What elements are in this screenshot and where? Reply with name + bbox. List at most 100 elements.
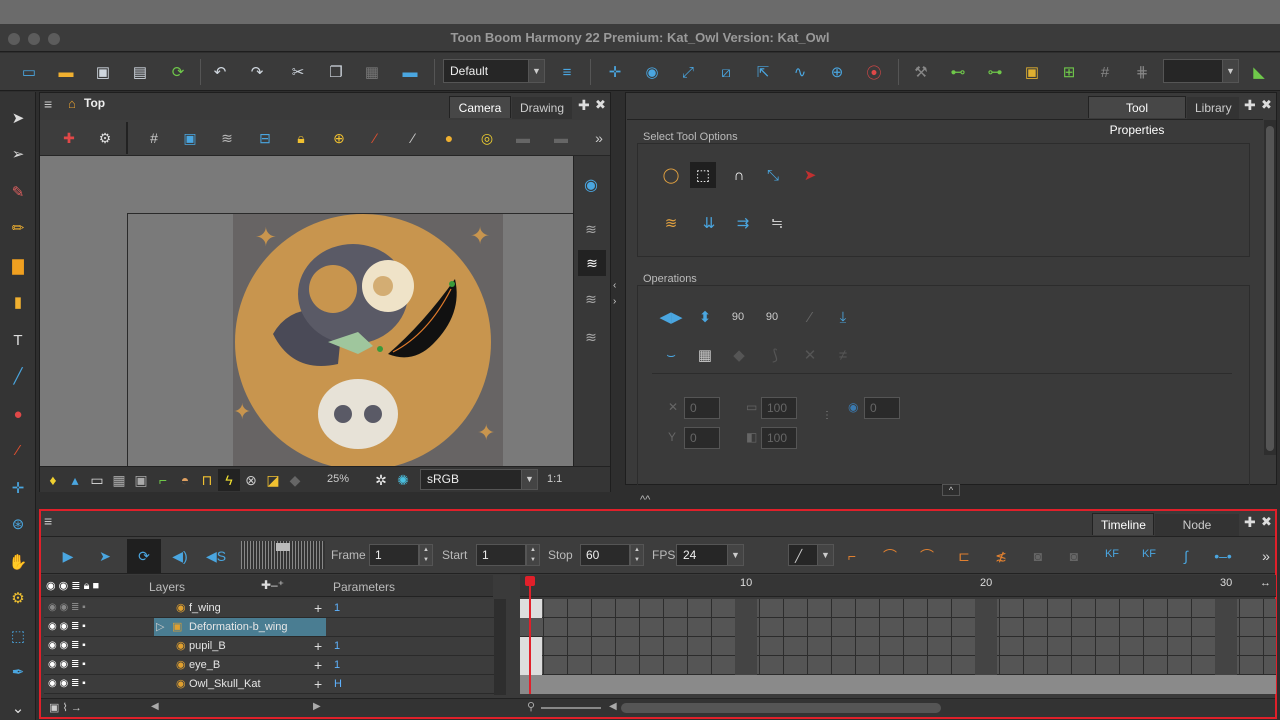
layers-stack3-icon[interactable]: ≋ <box>580 326 602 348</box>
envelope-deformer-icon[interactable]: ▣ <box>1020 61 1044 83</box>
tab-timeline[interactable]: Timeline <box>1092 513 1154 535</box>
add-tab-icon[interactable]: ✚ <box>1244 514 1256 531</box>
export-icon[interactable]: ⟳ <box>166 61 190 83</box>
pencil-tool-icon[interactable]: ✏ <box>6 216 30 240</box>
zoom-window-button[interactable] <box>48 33 60 45</box>
lock-ratio-icon[interactable]: ⋮ <box>822 410 832 421</box>
send-backward-icon[interactable]: ⇉ <box>730 210 756 236</box>
hand-tool-icon[interactable]: ✋ <box>6 550 30 574</box>
timeline-scroll-left-icon[interactable]: ◀ <box>609 701 617 712</box>
frame-field[interactable]: 1 <box>369 544 419 566</box>
deformer-preset-select[interactable]: ▼ <box>1163 59 1239 83</box>
zoom-level[interactable]: 25% <box>327 473 349 485</box>
tab-drawing[interactable]: Drawing <box>512 97 572 119</box>
tab-camera[interactable]: Camera <box>449 96 511 118</box>
marquee-icon[interactable]: ⬚ <box>690 162 716 188</box>
rotate-90-ccw-icon[interactable]: 90 <box>759 304 785 330</box>
onion-skin-icon[interactable]: ✚ <box>58 127 80 149</box>
timeline-row[interactable] <box>520 599 1276 618</box>
playhead[interactable] <box>529 576 531 694</box>
frame-stepper[interactable]: ▲ ▼ <box>419 544 433 566</box>
panel-menu-icon[interactable]: ≡ <box>44 513 52 529</box>
frame-ruler[interactable]: 10 20 30 ↔ <box>520 575 1276 597</box>
timeline-row[interactable] <box>520 656 1276 675</box>
workspace-manager-icon[interactable]: ≡ <box>555 61 579 83</box>
ik-constraint-icon[interactable]: ⁄ <box>364 127 386 149</box>
apply-to-all-icon[interactable]: ≋ <box>658 210 684 236</box>
timeline-row[interactable] <box>520 618 1276 637</box>
save-icon[interactable]: ▣ <box>91 61 115 83</box>
paint-bucket-icon[interactable]: ● <box>6 402 30 426</box>
screen-icon[interactable]: ▣ <box>130 469 152 491</box>
layer-row[interactable]: ◉ ◉ ≣ ▪ ◉ pupil_B + 1 <box>44 637 494 656</box>
expand-params-icon[interactable]: + <box>314 657 322 673</box>
lock-all-icon[interactable]: ⊕ <box>328 127 350 149</box>
sound-icon[interactable]: ◀) <box>169 545 191 567</box>
timeline-row[interactable] <box>520 637 1276 656</box>
crop-icon[interactable]: ⌐ <box>152 469 174 491</box>
remove-keyframe-icon[interactable]: KF <box>1138 543 1160 565</box>
brush-tool-icon[interactable]: ✎ <box>6 180 30 204</box>
close-panel-icon[interactable]: ✖ <box>1261 514 1272 530</box>
rotate-view-icon[interactable]: ⊗ <box>240 469 262 491</box>
angle-field[interactable]: 0 <box>864 397 900 419</box>
bone-icon[interactable]: ⊕ <box>825 61 849 83</box>
mask-icon[interactable]: ⊟ <box>254 127 276 149</box>
more-tools-icon[interactable]: ⌄ <box>6 696 30 720</box>
start-stepper[interactable]: ▲ ▼ <box>526 544 540 566</box>
timeline-row-selected[interactable] <box>520 675 1276 694</box>
fps-select[interactable]: 24 ▼ <box>676 544 744 566</box>
spline-offset-icon[interactable]: ∿ <box>788 61 812 83</box>
y-field[interactable]: 0 <box>684 427 720 449</box>
create-bitmap-icon[interactable]: ⌣ <box>658 342 684 368</box>
stop-stepper[interactable]: ▲ ▼ <box>630 544 644 566</box>
library-icon[interactable]: ▬ <box>398 61 422 83</box>
expand-group-icon[interactable]: ▷ <box>156 620 164 633</box>
linear-path-icon[interactable]: •–• <box>1212 545 1234 567</box>
maximize-icon[interactable]: ⇱ <box>751 61 775 83</box>
shine-icon[interactable]: ◎ <box>476 127 498 149</box>
stop-field[interactable]: 60 <box>580 544 630 566</box>
stroke-tool-icon[interactable]: ✒ <box>6 660 30 684</box>
new-scene-icon[interactable]: ▭ <box>17 61 41 83</box>
text-tool-icon[interactable]: T <box>6 328 30 352</box>
visibility-header-icon[interactable]: ◉ ◉ ≣ 🔒︎ ■ <box>46 579 99 593</box>
reposition-pivot-icon[interactable]: ⦿ <box>862 61 886 83</box>
layers-stack-icon[interactable]: ≋ <box>580 218 602 240</box>
lasso-icon[interactable]: ◯ <box>658 162 684 188</box>
paste-icon[interactable]: ▦ <box>360 61 384 83</box>
weighted-deformer-icon[interactable]: ⋕ <box>1130 61 1154 83</box>
stop-motion-icon[interactable]: ⊏ <box>953 545 975 567</box>
redo-icon[interactable]: ↷ <box>245 61 269 83</box>
close-panel-icon[interactable]: ✖ <box>1261 97 1272 113</box>
height-field[interactable]: 100 <box>761 427 797 449</box>
contour-editor-icon[interactable]: ➢ <box>6 142 30 166</box>
layer-row[interactable]: ◉ ◉ ≣ ▪ ◉ eye_B + 1 <box>44 656 494 675</box>
deformer-chain-icon[interactable]: ⊷ <box>946 61 970 83</box>
workspace-select[interactable]: Default ▼ <box>443 59 545 83</box>
timeline-hscroll-thumb[interactable] <box>621 703 941 713</box>
collapse-left-icon[interactable]: ‹ <box>613 280 616 291</box>
bring-forward-icon[interactable]: ⇊ <box>696 210 722 236</box>
close-panel-icon[interactable]: ✖ <box>595 97 606 113</box>
ease-out-icon[interactable]: ⌒ <box>916 545 938 567</box>
play-selection-icon[interactable]: ➤ <box>94 545 116 567</box>
scrollbar-thumb[interactable] <box>1266 126 1274 451</box>
scroll-right-icon[interactable]: ▶ <box>313 701 321 712</box>
layer-row[interactable]: ◉ ◉ ≣ ▪ ▷ ▣ Deformation-b_wing <box>44 618 494 637</box>
transform-icon[interactable]: ✛ <box>603 61 627 83</box>
render-icon[interactable]: ▴ <box>64 469 86 491</box>
cut-icon[interactable]: ✂ <box>286 61 310 83</box>
zoom-search-icon[interactable]: ⚲ <box>527 700 535 713</box>
speed-handle[interactable] <box>276 543 290 551</box>
collapse-up-icon[interactable]: ^ <box>942 484 960 496</box>
playback-speed-slider[interactable] <box>241 541 325 569</box>
add-tab-icon[interactable]: ✚ <box>578 97 590 114</box>
bulb-icon[interactable]: ♦ <box>42 469 64 491</box>
padlock-icon[interactable]: ⊓ <box>196 469 218 491</box>
rigging-tool-icon[interactable]: ⚙ <box>6 586 30 610</box>
lock-icon[interactable]: 🔒︎ <box>290 127 312 149</box>
layers-scrollbar[interactable] <box>494 599 506 695</box>
interpolation-select[interactable]: ╱ ▼ <box>788 544 834 566</box>
permanent-selection-icon[interactable]: ⤡ <box>760 162 786 188</box>
